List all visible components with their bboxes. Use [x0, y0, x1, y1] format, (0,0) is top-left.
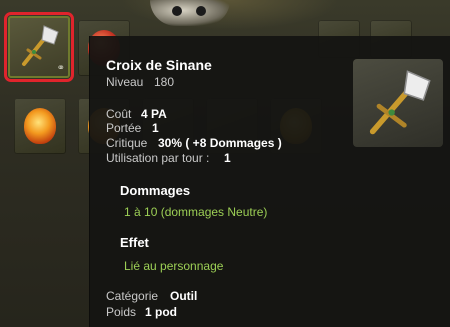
item-name: Croix de Sinane	[106, 57, 212, 73]
range-value: 1	[152, 121, 159, 135]
creature-eye-left	[172, 6, 182, 16]
category-value: Outil	[170, 289, 198, 303]
crit-value: 30% ( +8 Dommages )	[158, 136, 282, 150]
damage-line: 1 à 10 (dommages Neutre)	[124, 205, 268, 219]
shovel-cross-icon	[369, 70, 431, 135]
item-level-value: 180	[154, 75, 175, 89]
range-label: Portée	[106, 121, 142, 135]
uses-per-turn-label: Utilisation par tour :	[106, 151, 210, 165]
effect-heading: Effet	[120, 235, 149, 250]
weight-label: Poids	[106, 305, 137, 319]
effect-line: Lié au personnage	[124, 259, 224, 273]
fire-orb-icon	[24, 108, 56, 144]
game-inventory-screen: ⚭ Croix de Sinane Niveau 180 Coût 4 PA P…	[0, 0, 450, 327]
link-icon: ⚭	[56, 63, 65, 74]
weight-value: 1 pod	[145, 305, 177, 319]
damage-heading: Dommages	[120, 183, 191, 198]
cost-label: Coût	[106, 107, 132, 121]
item-portrait	[353, 59, 443, 147]
inventory-slot-selected[interactable]: ⚭	[4, 12, 74, 82]
item-level-label: Niveau	[106, 75, 144, 89]
inventory-slot-row2-1[interactable]	[14, 98, 66, 154]
item-tooltip: Croix de Sinane Niveau 180 Coût 4 PA Por…	[89, 36, 450, 327]
crit-label: Critique	[106, 136, 148, 150]
creature-eye-right	[196, 6, 206, 16]
shovel-cross-icon	[22, 25, 59, 66]
category-label: Catégorie	[106, 289, 159, 303]
cost-value: 4 PA	[141, 107, 167, 121]
uses-per-turn-value: 1	[224, 151, 231, 165]
